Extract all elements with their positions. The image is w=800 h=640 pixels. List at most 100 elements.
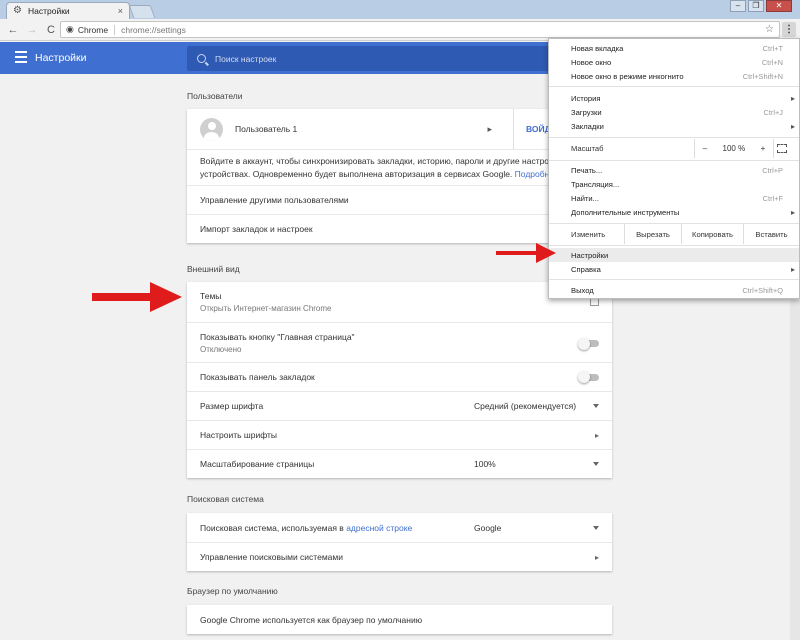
manage-users-label: Управление другими пользователями [200, 195, 349, 205]
section-title-appearance: Внешний вид [187, 264, 240, 274]
back-icon[interactable]: ← [6, 23, 20, 37]
gear-icon: ⚙ [13, 5, 22, 16]
signin-text-2: устройствах. Одновременно будет выполнен… [200, 169, 513, 179]
search-engine-select[interactable]: Google [474, 523, 599, 533]
menu-item-exit[interactable]: Выход Ctrl+Shift+Q [549, 283, 799, 297]
dropdown-caret-icon [593, 462, 599, 466]
menu-item-cast[interactable]: Трансляция... [549, 177, 799, 191]
maximize-button[interactable]: ❐ [748, 0, 764, 12]
menu-edit-row: Изменить Вырезать Копировать Вставить [549, 224, 799, 244]
search-engine-row: Поисковая система, используемая в адресн… [187, 513, 612, 542]
user-name: Пользователь 1 [235, 124, 298, 134]
edit-label: Изменить [571, 229, 606, 239]
menu-shortcut: Ctrl+F [762, 193, 783, 203]
menu-shortcut: Ctrl+P [762, 165, 783, 175]
menu-label: Новое окно в режиме инкогнито [571, 71, 684, 81]
menu-label: Новая вкладка [571, 43, 624, 53]
menu-item-help[interactable]: Справка ▸ [549, 262, 799, 276]
hamburger-icon[interactable] [15, 51, 27, 63]
default-browser-status: Google Chrome используется как браузер п… [200, 614, 423, 625]
menu-item-downloads[interactable]: Загрузки Ctrl+J [549, 105, 799, 119]
page-zoom-label: Масштабирование страницы [200, 459, 315, 469]
search-input[interactable] [215, 53, 515, 64]
menu-separator [549, 86, 799, 87]
bookmarks-bar-row[interactable]: Показывать панель закладок [187, 362, 612, 391]
menu-item-new-tab[interactable]: Новая вкладка Ctrl+T [549, 41, 799, 55]
new-tab-button[interactable] [128, 5, 156, 18]
menu-item-history[interactable]: История ▸ [549, 91, 799, 105]
chevron-right-icon: ▸ [790, 264, 795, 274]
font-size-row: Размер шрифта Средний (рекомендуется) [187, 391, 612, 420]
menu-label: Загрузки [571, 107, 602, 117]
menu-item-more-tools[interactable]: Дополнительные инструменты ▸ [549, 205, 799, 219]
home-button-label: Показывать кнопку "Главная страница" [200, 331, 355, 342]
customize-fonts-row[interactable]: Настроить шрифты ▸ [187, 420, 612, 449]
menu-label: Справка [571, 264, 601, 274]
customize-fonts-label: Настроить шрифты [200, 430, 277, 440]
menu-item-print[interactable]: Печать... Ctrl+P [549, 163, 799, 177]
address-bar[interactable]: ◉ Chrome chrome://settings ☆ [60, 21, 780, 38]
menu-separator [549, 279, 799, 280]
paste-button[interactable]: Вставить [743, 224, 799, 244]
forward-icon[interactable]: → [25, 23, 39, 37]
minimize-button[interactable]: – [730, 0, 746, 12]
home-button-row[interactable]: Показывать кнопку "Главная страница" Отк… [187, 322, 612, 362]
tab-close-button[interactable]: × [118, 6, 123, 16]
url-text[interactable]: chrome://settings [121, 25, 765, 35]
chrome-menu: Новая вкладка Ctrl+T Новое окно Ctrl+N Нов… [548, 38, 800, 299]
red-arrow-icon [496, 243, 556, 263]
section-title-people: Пользователи [187, 91, 243, 101]
page-scrollbar[interactable] [790, 300, 800, 640]
menu-icon[interactable]: ⋮ [782, 22, 796, 37]
default-browser-card: Google Chrome используется как браузер п… [187, 605, 612, 634]
menu-shortcut: Ctrl+N [761, 57, 783, 67]
menu-label: Настройки [571, 250, 609, 260]
search-card: Поисковая система, используемая в адресн… [187, 513, 612, 571]
zoom-out-button[interactable]: – [703, 144, 707, 153]
section-title-default-browser: Браузер по умолчанию [187, 586, 278, 596]
cut-button[interactable]: Вырезать [624, 224, 681, 244]
menu-item-settings[interactable]: Настройки [549, 248, 799, 262]
zoom-in-button[interactable]: + [761, 144, 766, 153]
page-title: Настройки [35, 52, 87, 64]
dropdown-caret-icon [593, 525, 599, 530]
menu-zoom-row: Масштаб – 100 % + [549, 139, 799, 158]
import-label: Импорт закладок и настроек [200, 224, 313, 234]
font-size-label: Размер шрифта [200, 401, 264, 411]
menu-label: Выход [571, 285, 594, 295]
page-zoom-row: Масштабирование страницы 100% [187, 449, 612, 478]
copy-button[interactable]: Копировать [681, 224, 743, 244]
zoom-value: 100 % [722, 144, 746, 153]
signin-text: Войдите в аккаунт, чтобы синхронизироват… [200, 156, 563, 166]
home-button-toggle[interactable] [578, 337, 599, 350]
fullscreen-icon[interactable] [777, 144, 787, 153]
zoom-controls: – 100 % + [694, 139, 774, 158]
menu-item-find[interactable]: Найти... Ctrl+F [549, 191, 799, 205]
themes-sub: Открыть Интернет-магазин Chrome [200, 304, 332, 313]
menu-item-new-window[interactable]: Новое окно Ctrl+N [549, 55, 799, 69]
menu-label: Печать... [571, 165, 603, 175]
address-bar-link[interactable]: адресной строке [346, 523, 412, 533]
menu-label: Трансляция... [571, 179, 620, 189]
reload-icon[interactable]: C [44, 23, 58, 37]
chrome-page-icon: ◉ [66, 24, 74, 34]
menu-separator [549, 137, 799, 138]
bookmarks-bar-label: Показывать панель закладок [200, 372, 315, 382]
close-window-button[interactable]: ✕ [766, 0, 792, 12]
chevron-right-icon: ▸ [487, 123, 492, 134]
manage-engines-row[interactable]: Управление поисковыми системами ▸ [187, 542, 612, 571]
menu-item-incognito[interactable]: Новое окно в режиме инкогнито Ctrl+Shift+… [549, 69, 799, 83]
tab-settings[interactable]: ⚙ Настройки × [6, 2, 130, 19]
chevron-right-icon: ▸ [790, 207, 795, 217]
page-zoom-select[interactable]: 100% [474, 459, 599, 469]
chevron-right-icon: ▸ [594, 552, 599, 562]
manage-engines-label: Управление поисковыми системами [200, 552, 343, 562]
section-title-search: Поисковая система [187, 494, 264, 504]
font-size-select[interactable]: Средний (рекомендуется) [474, 401, 599, 411]
menu-item-bookmarks[interactable]: Закладки ▸ [549, 119, 799, 133]
avatar-icon [200, 117, 223, 141]
star-icon[interactable]: ☆ [765, 24, 774, 35]
bookmarks-bar-toggle[interactable] [578, 371, 599, 383]
menu-label: История [571, 93, 601, 103]
home-button-sub: Отключено [200, 344, 242, 354]
